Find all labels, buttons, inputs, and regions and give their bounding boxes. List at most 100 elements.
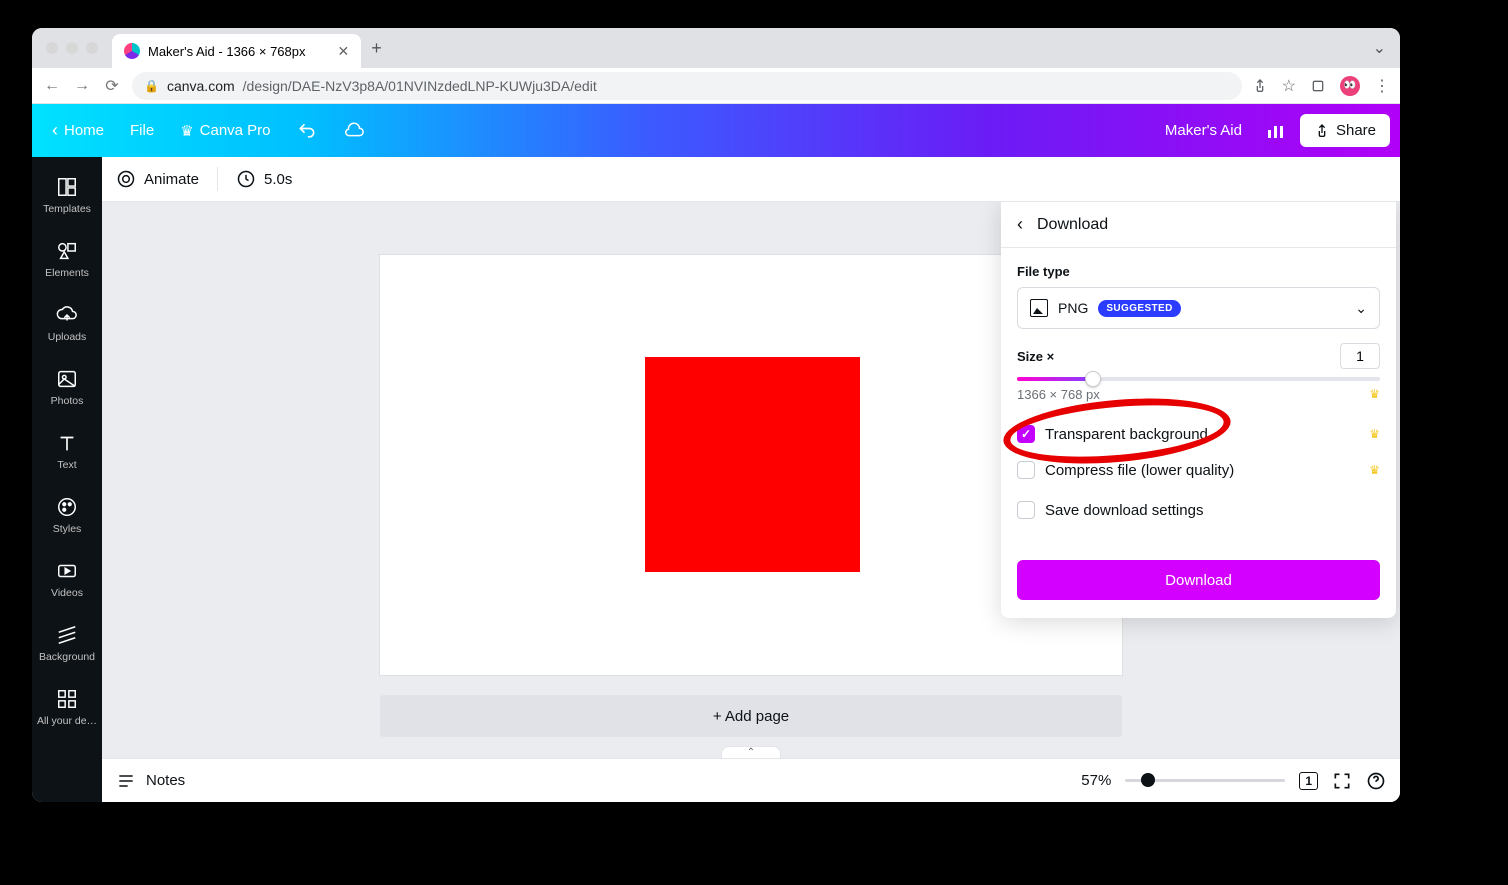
notes-button[interactable]: Notes bbox=[116, 771, 185, 791]
sidebar-item-label: Background bbox=[39, 651, 95, 663]
animate-icon bbox=[116, 169, 136, 189]
sidebar-item-uploads[interactable]: Uploads bbox=[32, 291, 102, 355]
tab-title: Maker's Aid - 1366 × 768px bbox=[148, 44, 306, 59]
address-bar: ← → ⟳ 🔒 canva.com/design/DAE-NzV3p8A/01N… bbox=[32, 68, 1400, 104]
image-icon bbox=[1030, 299, 1048, 317]
transparent-bg-checkbox[interactable]: ✓ bbox=[1017, 425, 1035, 443]
sidebar-item-videos[interactable]: Videos bbox=[32, 547, 102, 611]
notes-icon bbox=[116, 771, 136, 791]
transparent-bg-option[interactable]: ✓ Transparent background ♛ bbox=[1017, 416, 1380, 452]
plan-badge[interactable]: ♛ Canva Pro bbox=[170, 116, 280, 146]
dimensions-text: 1366 × 768 px bbox=[1017, 387, 1100, 402]
browser-actions: ☆ 👀 ⋮ bbox=[1252, 76, 1390, 96]
nav-back-icon[interactable]: ← bbox=[42, 77, 62, 95]
app-topbar: ‹ Home File ♛ Canva Pro Maker's Aid Shar… bbox=[32, 104, 1400, 157]
workspace: Templates Elements Uploads Photos Text bbox=[32, 157, 1400, 802]
share-page-icon[interactable] bbox=[1252, 78, 1268, 94]
traffic-light-max-icon[interactable] bbox=[86, 42, 98, 54]
compress-option[interactable]: Compress file (lower quality) ♛ bbox=[1017, 452, 1380, 488]
canvas-shape-rectangle[interactable] bbox=[645, 357, 860, 572]
browser-tab[interactable]: Maker's Aid - 1366 × 768px ✕ bbox=[112, 34, 361, 68]
sidebar-item-label: All your de… bbox=[37, 715, 97, 727]
photos-icon bbox=[55, 367, 79, 391]
browser-window: Maker's Aid - 1366 × 768px ✕ + ⌄ ← → ⟳ 🔒… bbox=[32, 28, 1400, 802]
browser-menu-icon[interactable]: ⋮ bbox=[1374, 76, 1390, 96]
help-icon[interactable] bbox=[1366, 771, 1386, 791]
sidebar-item-photos[interactable]: Photos bbox=[32, 355, 102, 419]
traffic-light-close-icon[interactable] bbox=[46, 42, 58, 54]
window-controls[interactable] bbox=[32, 42, 112, 54]
back-to-home-button[interactable]: ‹ Home bbox=[42, 114, 114, 147]
panel-back-icon[interactable]: ‹ bbox=[1017, 214, 1023, 235]
url-field[interactable]: 🔒 canva.com/design/DAE-NzV3p8A/01NVINzde… bbox=[132, 72, 1242, 100]
fullscreen-icon[interactable] bbox=[1332, 771, 1352, 791]
tab-overflow-icon[interactable]: ⌄ bbox=[1373, 38, 1386, 58]
save-settings-label: Save download settings bbox=[1045, 502, 1203, 519]
extension-icon[interactable] bbox=[1310, 78, 1326, 94]
page-drawer-toggle[interactable]: ⌃ bbox=[721, 746, 781, 758]
file-menu[interactable]: File bbox=[120, 116, 164, 145]
browser-tab-strip: Maker's Aid - 1366 × 768px ✕ + ⌄ bbox=[32, 28, 1400, 68]
sidebar-item-templates[interactable]: Templates bbox=[32, 163, 102, 227]
clock-icon bbox=[236, 169, 256, 189]
slider-thumb[interactable] bbox=[1085, 371, 1101, 387]
cloud-status-icon bbox=[333, 116, 375, 146]
slider-fill bbox=[1017, 377, 1090, 381]
sidebar-item-designs[interactable]: All your de… bbox=[32, 675, 102, 739]
crown-icon: ♛ bbox=[180, 122, 193, 140]
designs-icon bbox=[55, 687, 79, 711]
toolbar-divider bbox=[217, 167, 218, 191]
add-page-button[interactable]: + Add page bbox=[380, 695, 1122, 737]
size-input[interactable] bbox=[1340, 343, 1380, 369]
sidebar-item-elements[interactable]: Elements bbox=[32, 227, 102, 291]
sidebar-item-label: Templates bbox=[43, 203, 91, 215]
save-settings-option[interactable]: Save download settings bbox=[1017, 492, 1380, 528]
suggested-badge: SUGGESTED bbox=[1098, 300, 1180, 317]
duration-label: 5.0s bbox=[264, 171, 292, 188]
insights-button[interactable] bbox=[1258, 118, 1294, 144]
context-toolbar: Animate 5.0s bbox=[102, 157, 1400, 202]
sidebar-item-label: Uploads bbox=[48, 331, 87, 343]
download-button[interactable]: Download bbox=[1017, 560, 1380, 600]
traffic-light-min-icon[interactable] bbox=[66, 42, 78, 54]
sidebar-item-label: Elements bbox=[45, 267, 89, 279]
url-domain: canva.com bbox=[167, 78, 235, 94]
save-settings-checkbox[interactable] bbox=[1017, 501, 1035, 519]
tool-sidebar: Templates Elements Uploads Photos Text bbox=[32, 157, 102, 802]
tab-close-icon[interactable]: ✕ bbox=[338, 43, 350, 60]
background-icon bbox=[55, 623, 79, 647]
sidebar-item-label: Text bbox=[57, 459, 76, 471]
crown-icon: ♛ bbox=[1369, 387, 1380, 402]
file-type-select[interactable]: PNG SUGGESTED ⌄ bbox=[1017, 287, 1380, 329]
bookmark-icon[interactable]: ☆ bbox=[1282, 76, 1296, 96]
profile-avatar-icon[interactable]: 👀 bbox=[1340, 76, 1360, 96]
text-icon bbox=[55, 431, 79, 455]
zoom-slider[interactable] bbox=[1125, 779, 1285, 782]
nav-forward-icon[interactable]: → bbox=[72, 77, 92, 95]
canva-favicon-icon bbox=[124, 43, 140, 59]
size-slider[interactable] bbox=[1017, 377, 1380, 381]
nav-reload-icon[interactable]: ⟳ bbox=[102, 76, 122, 96]
sidebar-item-background[interactable]: Background bbox=[32, 611, 102, 675]
compress-checkbox[interactable] bbox=[1017, 461, 1035, 479]
animate-button[interactable]: Animate bbox=[116, 169, 199, 189]
bar-chart-icon bbox=[1268, 124, 1284, 138]
sidebar-item-text[interactable]: Text bbox=[32, 419, 102, 483]
plan-label: Canva Pro bbox=[200, 122, 271, 139]
size-label: Size × bbox=[1017, 349, 1054, 364]
sidebar-item-label: Styles bbox=[53, 523, 82, 535]
templates-icon bbox=[55, 175, 79, 199]
zoom-slider-thumb[interactable] bbox=[1141, 773, 1155, 787]
canvas-viewport[interactable]: + Add page ⌃ ‹ Download File type PNG bbox=[102, 202, 1400, 758]
page-count-badge[interactable]: 1 bbox=[1299, 772, 1318, 790]
new-tab-icon[interactable]: + bbox=[371, 38, 382, 59]
undo-button[interactable] bbox=[287, 115, 327, 147]
canva-app: ‹ Home File ♛ Canva Pro Maker's Aid Shar… bbox=[32, 104, 1400, 802]
canvas-column: Animate 5.0s + Add page ⌃ bbox=[102, 157, 1400, 802]
sidebar-item-styles[interactable]: Styles bbox=[32, 483, 102, 547]
notes-label: Notes bbox=[146, 772, 185, 789]
project-name[interactable]: Maker's Aid bbox=[1155, 116, 1252, 145]
duration-button[interactable]: 5.0s bbox=[236, 169, 292, 189]
sidebar-item-label: Videos bbox=[51, 587, 83, 599]
share-button[interactable]: Share bbox=[1300, 114, 1390, 147]
